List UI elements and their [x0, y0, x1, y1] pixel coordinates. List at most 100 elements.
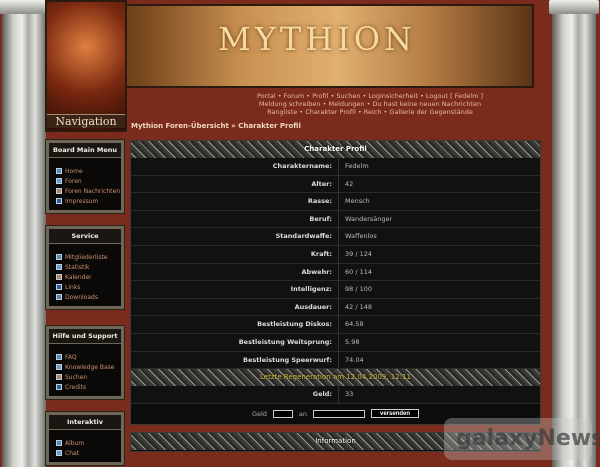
topnav-link[interactable]: Loginsicherheit [368, 92, 417, 100]
sidebar-item-label: Foren Nachrichten [65, 187, 120, 195]
profile-row: Standardwaffe: Waffenlos [131, 228, 540, 246]
gold-amount-label: Geld [251, 409, 267, 418]
sidebar-item-label: Mitgliederliste [65, 253, 108, 261]
sidebar-item-label: Downloads [65, 293, 98, 301]
top-navigation: Portal • Forum • Profil • Suchen • Login… [256, 92, 484, 116]
profile-row-label: Bestleistung Weitsprung: [131, 333, 339, 351]
navigation-image: Navigation [45, 0, 127, 132]
recipient-label: an [298, 409, 308, 418]
recipient-input[interactable] [313, 409, 366, 418]
sidebar-box-title: Interaktiv [49, 415, 121, 430]
right-pillar-decoration [549, 0, 599, 467]
topnav-link[interactable]: Portal [257, 92, 276, 100]
topnav-link[interactable]: Profil [312, 92, 328, 100]
sidebar-box: Hilfe und Support FAQ Knowledge Base Suchen… [45, 325, 125, 400]
profile-row-value: 42 [345, 179, 354, 188]
sidebar-item[interactable]: FAQ [56, 352, 121, 362]
profile-row-value: 98 / 100 [345, 285, 372, 294]
breadcrumb[interactable]: Mythion Foren-Übersicht » Charakter Prof… [131, 122, 301, 130]
gold-value: 33 [345, 390, 354, 399]
sidebar-box-title: Hilfe und Support [49, 329, 121, 344]
sidebar-item[interactable]: Home [56, 166, 121, 176]
profile-row-label: Alter: [131, 175, 339, 193]
sidebar-box-title: Service [49, 229, 121, 244]
profile-row: Intelligenz: 98 / 100 [131, 281, 540, 299]
sidebar-item-icon [56, 284, 62, 290]
topnav-link[interactable]: Gallerie der Gegenstände [389, 108, 472, 116]
topnav-link[interactable]: Logout [ Fedelm ] [426, 92, 483, 100]
profile-row-value: 5.98 [345, 337, 360, 346]
topnav-link[interactable]: Reich [364, 108, 382, 116]
sidebar-item-label: Knowledge Base [65, 363, 115, 371]
sidebar-item-label: Album [65, 439, 85, 447]
profile-row: Rasse: Mensch [131, 193, 540, 211]
sidebar-item-icon [56, 364, 62, 370]
sidebar-item-label: Foren [65, 177, 82, 185]
sidebar-item-label: FAQ [65, 353, 77, 361]
profile-row: Charaktername: Fedelm [131, 158, 540, 176]
profile-row-label: Beruf: [131, 210, 339, 228]
regeneration-info: Letzte Regeneration am 12.04.2009, 12:11 [131, 369, 540, 387]
sidebar-item-label: Kalender [65, 273, 92, 281]
sidebar-item[interactable]: Kalender [56, 272, 121, 282]
sidebar-item[interactable]: Foren [56, 176, 121, 186]
topnav-link[interactable]: Meldungen [328, 100, 364, 108]
left-pillar-decoration [0, 0, 49, 467]
profile-row: Ausdauer: 42 / 148 [131, 298, 540, 317]
sidebar-item-label: Credits [65, 383, 87, 391]
sidebar-box: Board Main Menu Home Foren Foren Nachrichte… [45, 139, 125, 214]
topnav-link[interactable]: Forum [284, 92, 305, 100]
navigation-label: Navigation [47, 114, 125, 128]
send-button[interactable]: versenden [371, 409, 420, 419]
profile-row-label: Kraft: [131, 245, 339, 263]
profile-title: Charakter Profil [131, 141, 540, 158]
topnav-link[interactable]: Suchen [336, 92, 360, 100]
profile-row: Bestleistung Weitsprung: 5.98 [131, 333, 540, 352]
profile-row: Bestleistung Diskos: 64.58 [131, 316, 540, 334]
topnav-link[interactable]: Charakter Profil [305, 108, 356, 116]
sidebar-item-label: Chat [65, 449, 80, 457]
sidebar-item-label: Suchen [65, 373, 88, 381]
sidebar-item[interactable]: Impressum [56, 196, 121, 206]
sidebar-item-icon [56, 294, 62, 300]
gold-amount-input[interactable] [272, 409, 293, 418]
sidebar-item[interactable]: Suchen [56, 372, 121, 382]
sidebar-item-icon [56, 274, 62, 280]
sidebar-item[interactable]: Chat [56, 448, 121, 458]
sidebar-item-icon [56, 178, 62, 184]
sidebar-item-icon [56, 450, 62, 456]
sidebar-item[interactable]: Foren Nachrichten [56, 186, 121, 196]
sidebar-item[interactable]: Links [56, 282, 121, 292]
sidebar-box: Service Mitgliederliste Statistik Kalender L… [45, 225, 125, 310]
sidebar-item[interactable]: Statistik [56, 262, 121, 272]
sidebar-item-icon [56, 264, 62, 270]
profile-row: Alter: 42 [131, 175, 540, 194]
profile-row-value: 39 / 124 [345, 249, 372, 258]
sidebar-item[interactable]: Album [56, 438, 121, 448]
topnav-link[interactable]: Rangliste [267, 108, 297, 116]
watermark-logo: galaxyNews [444, 418, 600, 460]
sidebar-box-title: Board Main Menu [49, 143, 121, 158]
topnav-link[interactable]: Du hast keine neuen Nachrichten [372, 100, 481, 108]
sidebar-item-label: Statistik [65, 263, 90, 271]
profile-row-value: Waffenlos [345, 232, 377, 241]
profile-row-value: Fedelm [345, 162, 369, 170]
sidebar-item-icon [56, 440, 62, 446]
sidebar-item-label: Home [65, 167, 83, 175]
profile-row-value: Mensch [345, 197, 370, 206]
topnav-link[interactable]: Meldung schreiben [259, 100, 321, 108]
profile-row-label: Abwehr: [131, 263, 339, 281]
sidebar-box: Interaktiv Album Chat [45, 411, 125, 466]
profile-row-label: Rasse: [131, 193, 339, 210]
profile-row: Beruf: Wandersänger [131, 210, 540, 229]
sidebar-item[interactable]: Credits [56, 382, 121, 392]
sidebar-item[interactable]: Downloads [56, 292, 121, 302]
site-logo: MYTHION [218, 20, 417, 58]
profile-row-label: Bestleistung Speerwurf: [131, 351, 339, 369]
sidebar-item[interactable]: Mitgliederliste [56, 252, 121, 262]
gold-row: Geld: 33 [131, 386, 540, 404]
profile-row-value: 42 / 148 [345, 302, 372, 311]
sidebar-item-label: Impressum [65, 197, 99, 205]
profile-row: Kraft: 39 / 124 [131, 245, 540, 264]
sidebar-item[interactable]: Knowledge Base [56, 362, 121, 372]
